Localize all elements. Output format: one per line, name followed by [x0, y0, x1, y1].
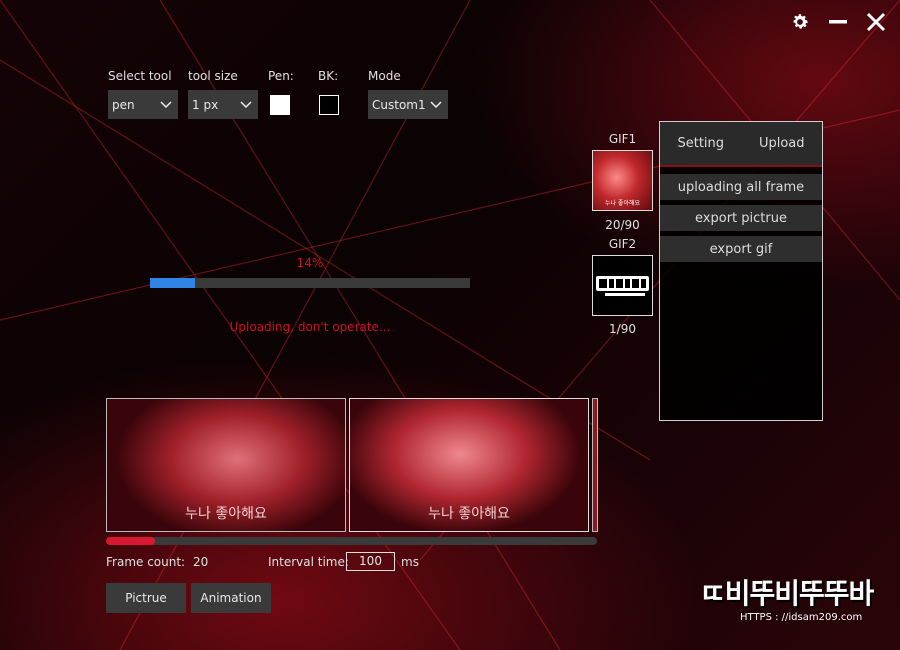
- side-panel: Setting Upload uploading all frame expor…: [659, 121, 823, 421]
- gif1-thumbnail-caption: 누나 좋아해요: [604, 200, 641, 207]
- export-picture-button[interactable]: export pictrue: [660, 205, 822, 231]
- pen-label: Pen:: [268, 69, 294, 83]
- chevron-down-icon: [430, 100, 442, 108]
- select-tool-label: Select tool: [108, 69, 172, 83]
- uploading-all-frame-button[interactable]: uploading all frame: [660, 174, 822, 200]
- mode-value: Custom1: [372, 97, 426, 112]
- tool-size-label: tool size: [188, 69, 238, 83]
- tab-setting[interactable]: Setting: [677, 136, 724, 151]
- background-color-label: BK:: [318, 69, 339, 83]
- timeline-scroll-thumb[interactable]: [106, 537, 156, 545]
- interval-time-label: Interval time:: [268, 555, 349, 569]
- tool-select-dropdown[interactable]: pen: [108, 90, 178, 119]
- gif1-thumbnail[interactable]: 누나 좋아해요: [592, 150, 653, 211]
- timeline-scrollbar[interactable]: [106, 537, 597, 545]
- frame-count-label-text: Frame count:: [106, 555, 186, 569]
- window-controls: [788, 10, 888, 34]
- gif2-label: GIF2: [608, 237, 637, 251]
- gif1-label: GIF1: [608, 132, 637, 146]
- frame-caption: 누나 좋아해요: [185, 506, 267, 522]
- tool-select-value: pen: [112, 97, 135, 112]
- chevron-down-icon: [240, 100, 252, 108]
- tab-upload[interactable]: Upload: [759, 136, 805, 151]
- watermark-url: HTTPS : //idsam209.com: [740, 612, 863, 623]
- gif1-frame-counter: 20/90: [605, 218, 640, 232]
- settings-gear-icon[interactable]: [788, 10, 812, 34]
- app-window: Select tool pen tool size 1 px Pen: BK: …: [0, 0, 900, 650]
- upload-status-text: Uploading, don't operate...: [229, 320, 391, 334]
- pen-color-swatch[interactable]: [270, 95, 290, 115]
- progress-percent: 14%: [296, 256, 324, 270]
- background-color-swatch[interactable]: [319, 95, 339, 115]
- tool-size-dropdown[interactable]: 1 px: [188, 90, 258, 119]
- frame-count-value: 20: [192, 555, 209, 569]
- frame-thumbnail[interactable]: 누나 좋아해요: [349, 398, 589, 532]
- export-gif-button[interactable]: export gif: [660, 236, 822, 262]
- upload-progress-fill: [150, 278, 195, 288]
- interval-time-input[interactable]: 100: [346, 552, 395, 571]
- interval-unit-label: ms: [401, 555, 419, 569]
- gif2-thumbnail[interactable]: [592, 255, 653, 316]
- mode-dropdown[interactable]: Custom1: [368, 90, 448, 119]
- mode-label: Mode: [368, 69, 401, 83]
- tool-size-value: 1 px: [192, 97, 219, 112]
- frame-thumbnail-partial[interactable]: [592, 398, 598, 532]
- animation-button[interactable]: Animation: [191, 583, 271, 613]
- frame-count-label: Frame count: 20: [106, 555, 208, 569]
- chevron-down-icon: [160, 100, 172, 108]
- side-panel-tabs: Setting Upload: [660, 122, 822, 167]
- watermark-logo-text: ㄸ비뚜비뚜뚜바: [700, 577, 874, 610]
- upload-progress-bar: [150, 278, 470, 288]
- frame-caption: 누나 좋아해요: [428, 506, 510, 522]
- picture-button[interactable]: Pictrue: [106, 583, 186, 613]
- minimize-icon[interactable]: [826, 10, 850, 34]
- gif2-frame-counter: 1/90: [609, 322, 636, 336]
- close-icon[interactable]: [864, 10, 888, 34]
- gif2-logo-image: [596, 275, 649, 296]
- frame-thumbnail[interactable]: 누나 좋아해요: [106, 398, 346, 532]
- watermark-logo: ㄸ비뚜비뚜뚜바 HTTPS : //idsam209.com: [700, 577, 895, 624]
